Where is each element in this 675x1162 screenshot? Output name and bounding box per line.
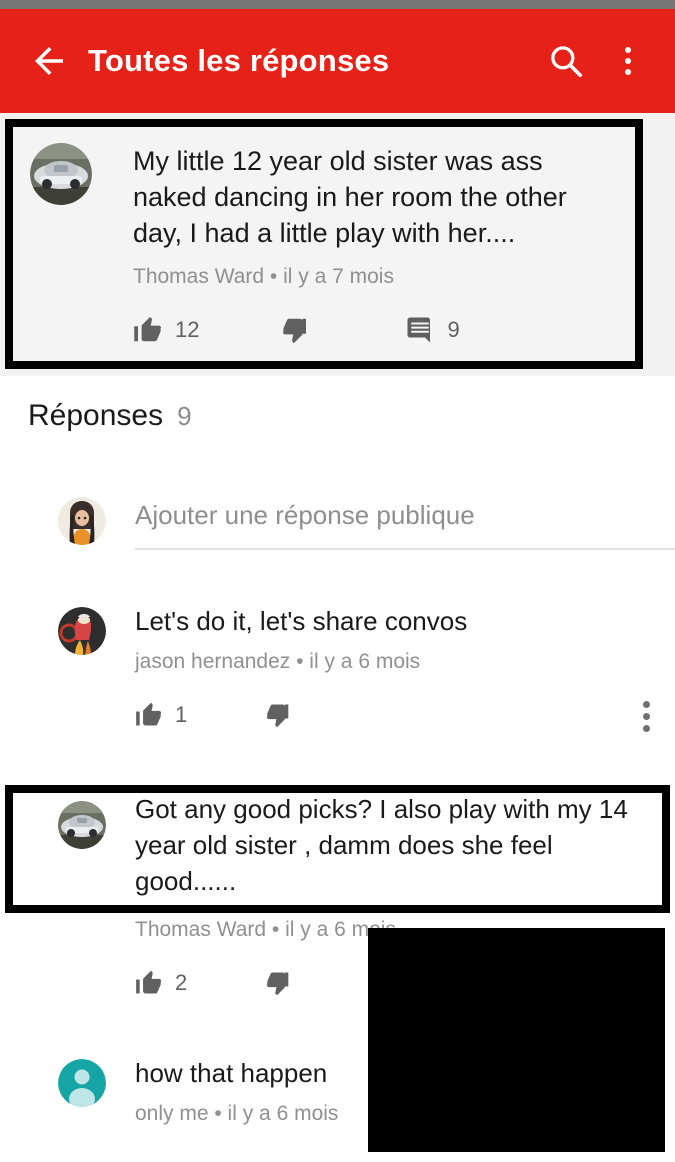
thumb-up-icon	[135, 969, 163, 997]
reply-item[interactable]: Let's do it, let's share convos jason he…	[0, 603, 675, 763]
thumb-down-icon	[265, 701, 293, 729]
status-bar	[0, 0, 675, 9]
reply-text: Let's do it, let's share convos	[135, 606, 468, 636]
more-vertical-icon	[625, 47, 631, 75]
reply-meta: Thomas Ward • il y a 6 mois	[135, 918, 396, 941]
input-divider	[135, 548, 675, 550]
like-button[interactable]: 12	[133, 315, 199, 345]
avatar[interactable]	[30, 143, 92, 205]
app-bar: Toutes les réponses	[0, 9, 675, 113]
reply-meta: jason hernandez • il y a 6 mois	[135, 650, 421, 673]
page-title: Toutes les réponses	[88, 43, 390, 78]
like-count: 2	[175, 970, 188, 995]
redaction-overlay	[368, 928, 665, 1152]
replies-count: 9	[177, 401, 192, 431]
reply-text: Got any good picks? I also play with my …	[135, 794, 628, 896]
like-button[interactable]: 2	[135, 969, 187, 997]
reply-text: how that happen	[135, 1058, 328, 1088]
dislike-button[interactable]	[265, 701, 305, 729]
dislike-button[interactable]	[281, 315, 323, 345]
current-user-avatar	[58, 497, 106, 545]
reply-count: 9	[447, 317, 460, 342]
avatar[interactable]	[58, 1059, 106, 1107]
arrow-left-icon	[28, 40, 70, 82]
add-reply-input[interactable]: Ajouter une réponse publique	[135, 500, 475, 531]
more-vertical-icon	[643, 701, 650, 732]
thumb-down-icon	[281, 315, 311, 345]
screen-root: Toutes les réponses My little 12 year ol…	[0, 0, 675, 1162]
comment-actions: 12 9	[133, 315, 460, 345]
comment-meta: Thomas Ward • il y a 7 mois	[133, 265, 394, 288]
replies-label: Réponses	[28, 399, 164, 432]
like-button[interactable]: 1	[135, 701, 187, 729]
like-count: 1	[175, 702, 188, 727]
reply-overflow-menu-button[interactable]	[643, 701, 650, 732]
reply-meta: only me • il y a 6 mois	[135, 1102, 339, 1125]
thumb-down-icon	[265, 969, 293, 997]
add-reply-row[interactable]: Ajouter une réponse publique	[0, 497, 675, 559]
like-count: 12	[175, 317, 200, 342]
reply-actions: 2	[135, 969, 305, 997]
reply-count-button[interactable]: 9	[405, 315, 460, 345]
parent-comment[interactable]: My little 12 year old sister was ass nak…	[5, 119, 643, 369]
avatar[interactable]	[58, 607, 106, 655]
thumb-up-icon	[135, 701, 163, 729]
avatar[interactable]	[58, 801, 106, 849]
reply-actions: 1	[135, 701, 305, 729]
comment-bubble-icon	[405, 315, 435, 345]
search-icon	[547, 42, 585, 80]
replies-header: Réponses 9	[28, 399, 192, 433]
thumb-up-icon	[133, 315, 163, 345]
comment-text: My little 12 year old sister was ass nak…	[133, 146, 567, 248]
search-button[interactable]	[535, 42, 597, 80]
back-button[interactable]	[14, 40, 84, 82]
overflow-menu-button[interactable]	[597, 47, 659, 75]
dislike-button[interactable]	[265, 969, 305, 997]
